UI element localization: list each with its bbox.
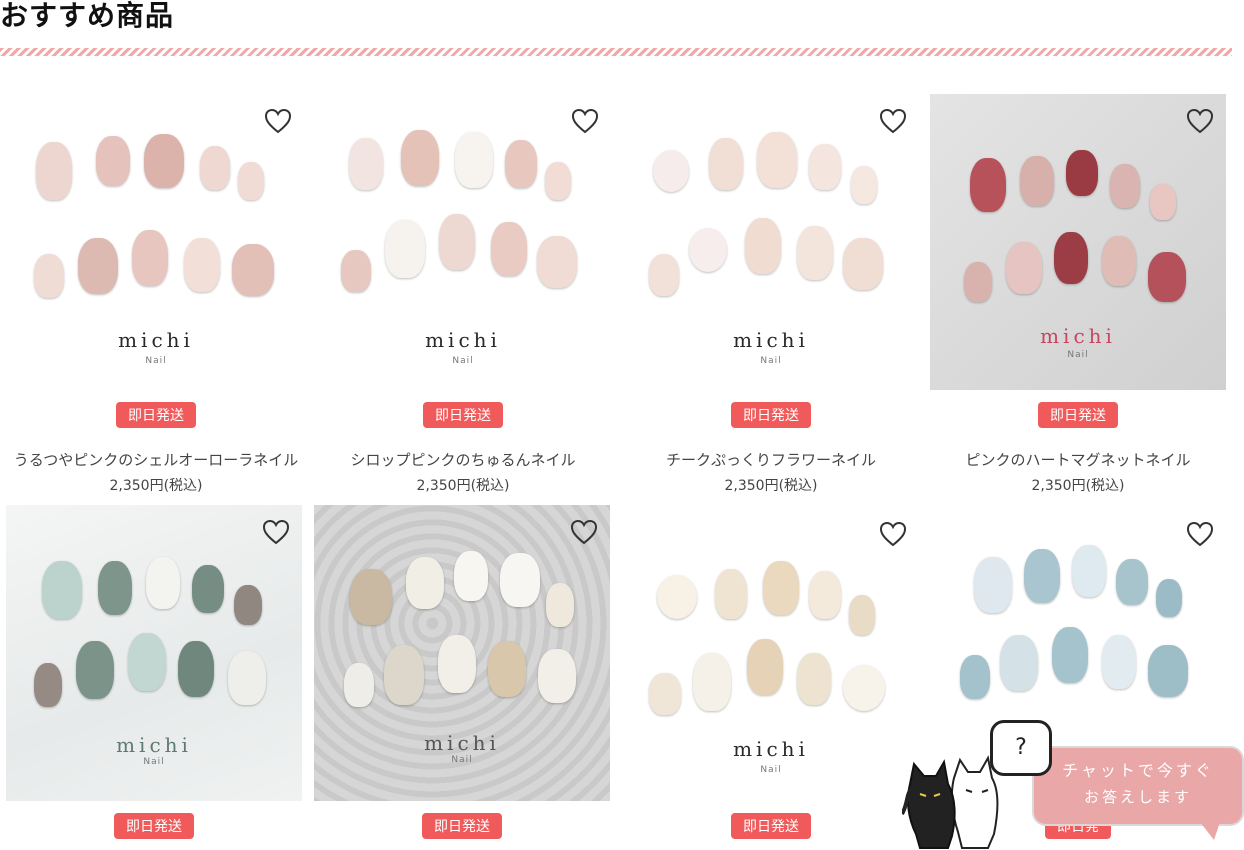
brand-sub: Nail	[143, 757, 165, 767]
product-image[interactable]: michi Nail	[623, 505, 919, 801]
favorite-heart-icon[interactable]	[879, 108, 907, 134]
brand-logo: michi	[116, 733, 192, 757]
product-card[interactable]: michi Nail 即日発送 シロップピンクのちゅるんネイル 2,350円(税…	[315, 94, 611, 499]
favorite-heart-icon[interactable]	[571, 108, 599, 134]
product-name[interactable]: チークぷっくりフラワーネイル	[623, 449, 919, 470]
same-day-shipping-badge: 即日発送	[116, 402, 196, 428]
favorite-heart-icon[interactable]	[879, 521, 907, 547]
product-name[interactable]: ピンクのハートマグネットネイル	[930, 449, 1226, 470]
chat-bubble-tail	[1200, 822, 1220, 840]
brand-logo: michi	[733, 737, 809, 761]
product-image[interactable]: michi Nail	[315, 94, 611, 390]
brand-logo: michi	[733, 328, 809, 352]
favorite-heart-icon[interactable]	[264, 108, 292, 134]
product-image[interactable]: michi Nail	[8, 94, 304, 390]
product-image[interactable]: michi Nail	[314, 505, 610, 801]
same-day-shipping-badge: 即日発送	[114, 813, 194, 839]
question-bubble-icon: ?	[990, 720, 1052, 776]
product-price: 2,350円(税込)	[109, 478, 203, 494]
brand-sub: Nail	[145, 356, 167, 366]
chat-prompt-text[interactable]: チャットで今すぐ お答えします	[1032, 758, 1244, 810]
product-card[interactable]: michi Nail 即日発送	[6, 505, 302, 850]
brand-sub: Nail	[760, 356, 782, 366]
brand-sub: Nail	[452, 356, 474, 366]
product-card[interactable]: michi Nail 即日発送 チークぷっくりフラワーネイル 2,350円(税込…	[623, 94, 919, 499]
brand-logo: michi	[1040, 324, 1116, 348]
product-price: 2,350円(税込)	[724, 478, 818, 494]
chat-line-2: お答えします	[1083, 788, 1192, 806]
chat-widget[interactable]: チャットで今すぐ お答えします ?	[900, 718, 1244, 850]
product-image[interactable]: michi Nail	[6, 505, 302, 801]
favorite-heart-icon[interactable]	[1186, 108, 1214, 134]
same-day-shipping-badge: 即日発送	[423, 402, 503, 428]
brand-logo: michi	[424, 731, 500, 755]
product-card[interactable]: michi Nail 即日発送	[623, 505, 919, 850]
brand-sub: Nail	[451, 755, 473, 765]
favorite-heart-icon[interactable]	[262, 519, 290, 545]
brand-logo: michi	[425, 328, 501, 352]
brand-logo: michi	[118, 328, 194, 352]
product-image[interactable]: michi Nail	[930, 94, 1226, 390]
product-price: 2,350円(税込)	[1031, 478, 1125, 494]
favorite-heart-icon[interactable]	[1186, 521, 1214, 547]
brand-sub: Nail	[760, 765, 782, 775]
favorite-heart-icon[interactable]	[570, 519, 598, 545]
same-day-shipping-badge: 即日発送	[731, 813, 811, 839]
brand-sub: Nail	[1067, 350, 1089, 360]
same-day-shipping-badge: 即日発送	[1038, 402, 1118, 428]
chat-line-1: チャットで今すぐ	[1062, 761, 1214, 780]
product-price: 2,350円(税込)	[416, 478, 510, 494]
product-image[interactable]: michi Nail	[623, 94, 919, 390]
product-card[interactable]: michi Nail 即日発送	[314, 505, 610, 850]
product-card[interactable]: michi Nail 即日発送 うるつやピンクのシェルオーローラネイル 2,35…	[8, 94, 304, 499]
same-day-shipping-badge: 即日発送	[422, 813, 502, 839]
product-name[interactable]: シロップピンクのちゅるんネイル	[315, 449, 611, 470]
product-card[interactable]: michi Nail 即日発送 ピンクのハートマグネットネイル 2,350円(税…	[930, 94, 1226, 499]
product-name[interactable]: うるつやピンクのシェルオーローラネイル	[8, 449, 304, 470]
same-day-shipping-badge: 即日発送	[731, 402, 811, 428]
